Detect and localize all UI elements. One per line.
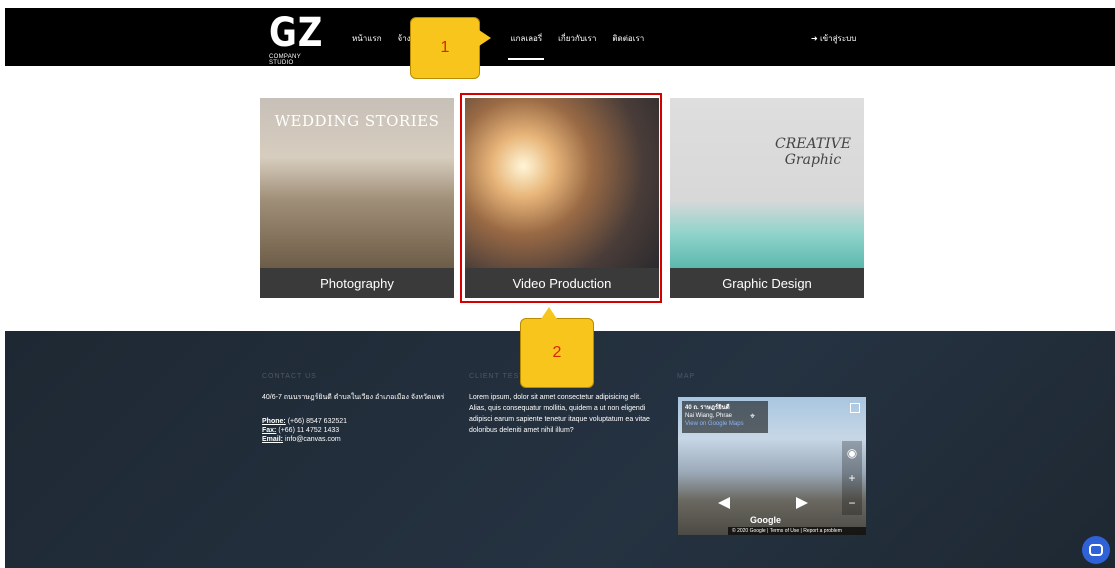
logo-mark: GZ (269, 10, 324, 56)
map-location-card: 40 ถ. ราษฎร์ยินดี Nai Wiang, Phrae View … (682, 401, 768, 433)
graphic-design-label: Graphic Design (670, 268, 864, 298)
zoom-out-icon[interactable]: − (848, 496, 855, 510)
callout-1-arrow (479, 30, 491, 46)
login-label: เข้าสู่ระบบ (819, 34, 857, 43)
callout-2-arrow (541, 307, 557, 319)
nav-contact[interactable]: ติดต่อเรา (612, 32, 644, 45)
graphic-design-image: CREATIVE Graphic (670, 98, 864, 268)
chat-button[interactable] (1082, 536, 1110, 564)
wedding-stories-overlay: WEDDING STORIES (274, 112, 440, 130)
fax-value: (+66) 11 4752 1433 (278, 427, 340, 434)
gallery-card-graphic-design[interactable]: CREATIVE Graphic Graphic Design (670, 98, 864, 298)
nav-home[interactable]: หน้าแรก (352, 32, 382, 45)
photography-label: Photography (260, 268, 454, 298)
fax-label: Fax: (262, 427, 277, 434)
phone-line: Phone: (+66) 8547 632521 (262, 417, 452, 426)
pan-left-arrow-icon[interactable] (718, 497, 730, 509)
map-column: MAP (677, 373, 867, 392)
map-heading: MAP (677, 373, 696, 380)
fullscreen-icon[interactable] (850, 403, 860, 413)
callout-2: 2 (520, 307, 594, 388)
map-zoom-controls: ◉ + − (842, 441, 862, 515)
chat-bubble-icon (1089, 544, 1103, 556)
phone-value: (+66) 8547 632521 (287, 418, 348, 425)
page: GZ COMPANY STUDIO หน้าแรก จ้างงาน แกลเลอ… (0, 0, 1115, 568)
email-line: Email: info@canvas.com (262, 435, 452, 444)
creative-graphic-overlay: CREATIVE Graphic (774, 136, 851, 168)
nav-gallery[interactable]: แกลเลอรี่ (508, 32, 544, 60)
top-navbar: GZ COMPANY STUDIO หน้าแรก จ้างงาน แกลเลอ… (5, 8, 1115, 66)
photography-image: WEDDING STORIES (260, 98, 454, 268)
fax-line: Fax: (+66) 11 4752 1433 (262, 426, 452, 435)
testimonial-text: Lorem ipsum, dolor sit amet consectetur … (469, 394, 650, 434)
callout-1-number: 1 (440, 39, 450, 56)
sign-in-icon: ➜ (811, 34, 818, 43)
map-footer-links[interactable]: © 2020 Google | Terms of Use | Report a … (728, 527, 866, 535)
logo[interactable]: GZ COMPANY STUDIO (269, 12, 325, 66)
contact-heading: CONTACT US (262, 373, 317, 380)
map-pin-icon: ⌖ (750, 411, 756, 421)
callout-2-number: 2 (552, 344, 562, 361)
compass-icon[interactable]: ◉ (847, 446, 857, 460)
pan-right-arrow-icon[interactable] (796, 497, 808, 509)
gallery-card-photography[interactable]: WEDDING STORIES Photography (260, 98, 454, 298)
contact-address: 40/6-7 ถนนราษฎร์ยินดี ตำบลในเวียง อำเภอเ… (262, 394, 445, 401)
contact-column: CONTACT US 40/6-7 ถนนราษฎร์ยินดี ตำบลในเ… (262, 373, 452, 444)
street-view-map[interactable]: 40 ถ. ราษฎร์ยินดี Nai Wiang, Phrae View … (678, 397, 866, 535)
main-nav: หน้าแรก จ้างงาน แกลเลอรี่ เกี่ยวกับเรา ต… (352, 32, 644, 60)
phone-label: Phone: (262, 418, 286, 425)
login-link[interactable]: ➜ เข้าสู่ระบบ (811, 32, 856, 45)
email-value[interactable]: info@canvas.com (285, 436, 341, 443)
google-logo: Google (750, 515, 781, 525)
callout-1: 1 (410, 17, 491, 79)
zoom-in-icon[interactable]: + (848, 471, 855, 485)
email-label: Email: (262, 436, 284, 443)
video-production-highlight (460, 93, 662, 303)
nav-about[interactable]: เกี่ยวกับเรา (558, 32, 596, 45)
